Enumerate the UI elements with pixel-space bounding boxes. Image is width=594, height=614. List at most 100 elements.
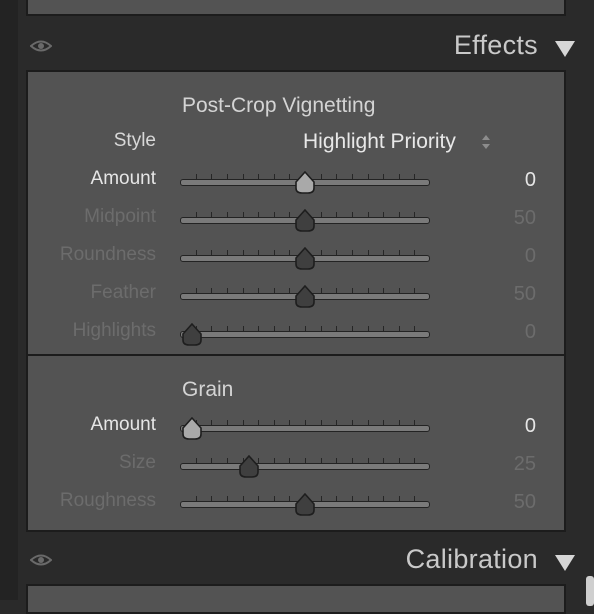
slider-tick (289, 288, 291, 293)
slider-value[interactable]: 50 (476, 283, 536, 306)
slider-tick (273, 420, 275, 425)
slider-tick (289, 496, 291, 501)
slider-tick (211, 288, 213, 293)
slider-tick (336, 174, 338, 179)
slider-tick (305, 420, 306, 425)
slider-label: Amount (90, 168, 156, 189)
slider-tick (226, 326, 228, 331)
slider-value[interactable]: 25 (476, 453, 536, 476)
slider-thumb[interactable] (294, 284, 316, 309)
slider-tick (289, 420, 291, 425)
slider-tick (383, 326, 385, 331)
slider-amount[interactable] (180, 170, 430, 194)
grain-title: Grain (182, 378, 234, 401)
effects-section-header[interactable]: Effects (18, 22, 580, 76)
eye-icon[interactable] (30, 39, 52, 53)
previous-panel-edge (26, 0, 566, 16)
slider-tick (414, 212, 416, 217)
slider-thumb[interactable] (294, 170, 316, 195)
slider-tick (383, 212, 385, 217)
slider-value[interactable]: 0 (476, 415, 536, 438)
style-dropdown[interactable]: Highlight Priority (303, 130, 456, 154)
calibration-panel-edge (26, 584, 566, 614)
slider-tick (226, 458, 228, 463)
slider-tick (320, 174, 322, 179)
slider-tick (351, 288, 353, 293)
slider-tick (398, 458, 400, 463)
slider-label: Roundness (59, 244, 156, 265)
slider-thumb[interactable] (238, 454, 260, 479)
slider-value[interactable]: 0 (476, 169, 536, 192)
slider-tick (195, 174, 197, 179)
slider-tick (398, 174, 400, 179)
slider-tick (414, 326, 416, 331)
section-divider (28, 354, 564, 356)
slider-tick (242, 288, 244, 293)
slider-track[interactable] (180, 331, 430, 338)
slider-value[interactable]: 0 (476, 245, 536, 268)
slider-thumb[interactable] (294, 492, 316, 517)
slider-tick (273, 458, 275, 463)
slider-tick (226, 288, 228, 293)
slider-thumb[interactable] (294, 208, 316, 233)
slider-tick (242, 174, 244, 179)
slider-tick (336, 212, 338, 217)
slider-tick (414, 174, 416, 179)
slider-tick (320, 250, 322, 255)
triangle-down-icon[interactable] (554, 40, 576, 58)
slider-tick (226, 174, 228, 179)
up-down-arrows-icon[interactable] (481, 134, 491, 150)
slider-tick (195, 212, 197, 217)
slider-label: Feather (90, 282, 156, 303)
slider-value[interactable]: 50 (476, 491, 536, 514)
slider-tick (273, 250, 275, 255)
slider-tick (398, 288, 400, 293)
slider-highlights[interactable] (180, 322, 430, 346)
triangle-down-icon[interactable] (554, 554, 576, 572)
slider-tick (367, 288, 369, 293)
slider-thumb[interactable] (181, 416, 203, 441)
slider-label: Midpoint (84, 206, 156, 227)
slider-tick (211, 458, 213, 463)
slider-thumb[interactable] (294, 246, 316, 271)
slider-tick (414, 458, 416, 463)
slider-tick (414, 250, 416, 255)
slider-tick (289, 326, 291, 331)
slider-tick (336, 326, 338, 331)
slider-roundness[interactable] (180, 246, 430, 270)
slider-amount[interactable] (180, 416, 430, 440)
slider-size[interactable] (180, 454, 430, 478)
slider-value[interactable]: 0 (476, 321, 536, 344)
slider-tick (258, 250, 260, 255)
slider-tick (195, 496, 197, 501)
slider-tick (211, 326, 213, 331)
slider-track[interactable] (180, 425, 430, 432)
slider-tick (351, 496, 353, 501)
style-label: Style (113, 130, 156, 151)
slider-tick (258, 326, 260, 331)
slider-tick (320, 288, 322, 293)
slider-tick (211, 174, 213, 179)
scrollbar-thumb[interactable] (586, 576, 594, 606)
slider-tick (383, 288, 385, 293)
slider-tick (242, 212, 244, 217)
slider-tick (320, 212, 322, 217)
vignetting-title: Post-Crop Vignetting (182, 94, 376, 117)
slider-tick (351, 326, 353, 331)
slider-value[interactable]: 50 (476, 207, 536, 230)
slider-tick (383, 496, 385, 501)
calibration-section-header[interactable]: Calibration (18, 536, 580, 590)
slider-track[interactable] (180, 463, 430, 470)
slider-thumb[interactable] (181, 322, 203, 347)
slider-tick (414, 420, 416, 425)
slider-tick (289, 174, 291, 179)
slider-label: Highlights (72, 320, 156, 341)
slider-tick (336, 250, 338, 255)
slider-tick (336, 458, 338, 463)
slider-roughness[interactable] (180, 492, 430, 516)
slider-tick (195, 250, 197, 255)
eye-icon[interactable] (30, 553, 52, 567)
slider-midpoint[interactable] (180, 208, 430, 232)
slider-tick (351, 458, 353, 463)
slider-feather[interactable] (180, 284, 430, 308)
